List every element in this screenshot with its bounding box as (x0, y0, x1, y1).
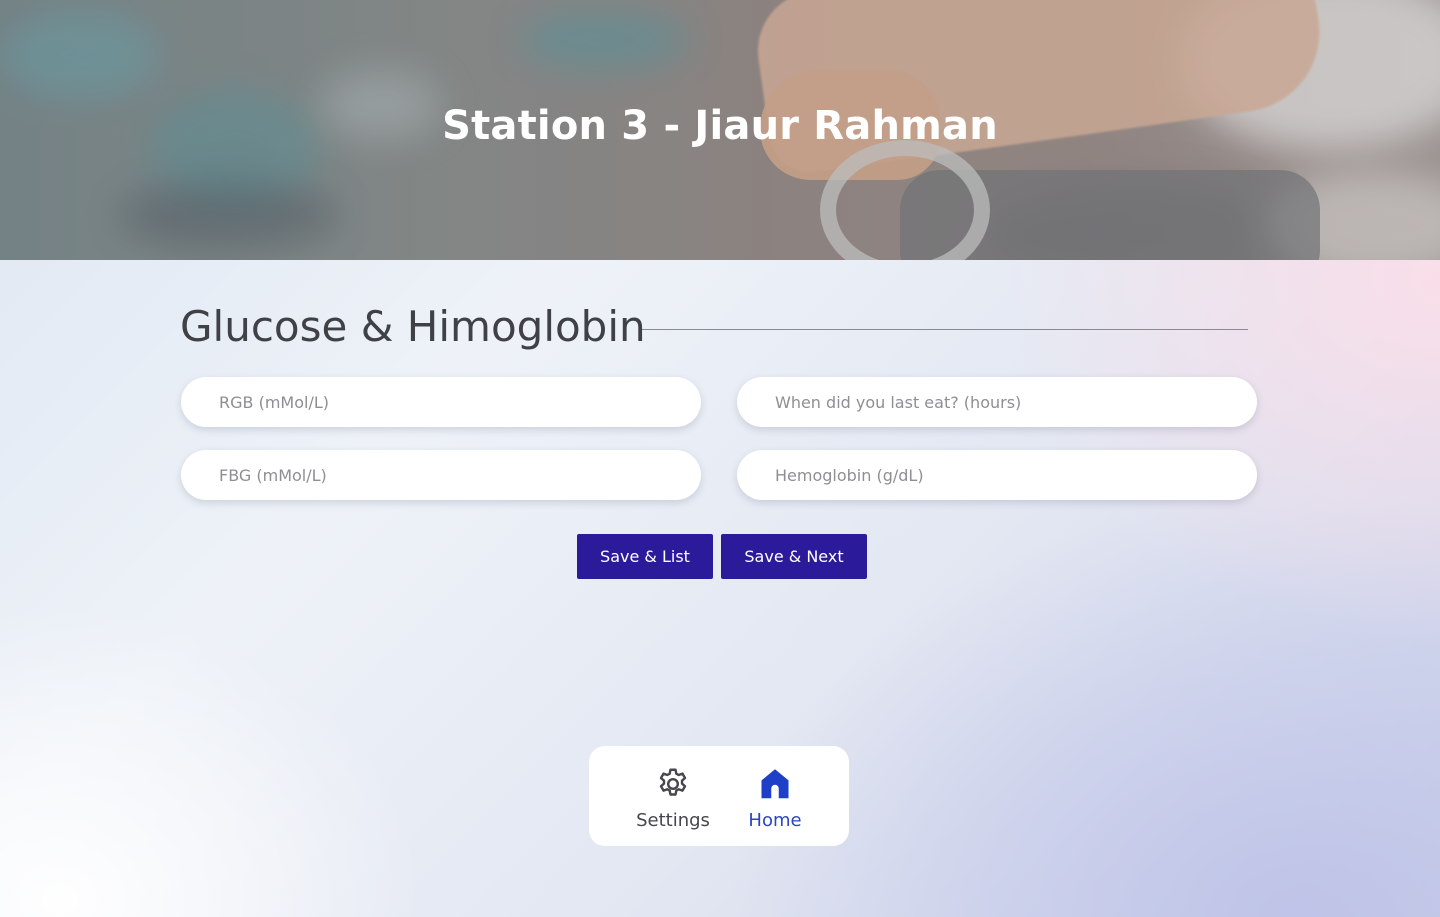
section-title: Glucose & Himoglobin (180, 302, 646, 351)
save-and-list-button[interactable]: Save & List (577, 534, 713, 579)
nav-label-home: Home (748, 810, 802, 831)
nav-item-settings[interactable]: Settings (623, 766, 723, 831)
section-divider (642, 329, 1248, 330)
hemoglobin-input[interactable] (737, 450, 1257, 500)
fbg-input[interactable] (181, 450, 701, 500)
nav-item-home[interactable]: Home (725, 766, 825, 831)
last-eat-hours-input[interactable] (737, 377, 1257, 427)
page-title: Station 3 - Jiaur Rahman (442, 103, 998, 149)
gear-icon (655, 766, 691, 806)
save-and-next-button[interactable]: Save & Next (721, 534, 867, 579)
nav-label-settings: Settings (636, 810, 710, 831)
home-icon (757, 766, 793, 806)
bottom-nav: Settings Home (589, 746, 849, 846)
hero-banner: Station 3 - Jiaur Rahman (0, 0, 1440, 260)
rgb-input[interactable] (181, 377, 701, 427)
